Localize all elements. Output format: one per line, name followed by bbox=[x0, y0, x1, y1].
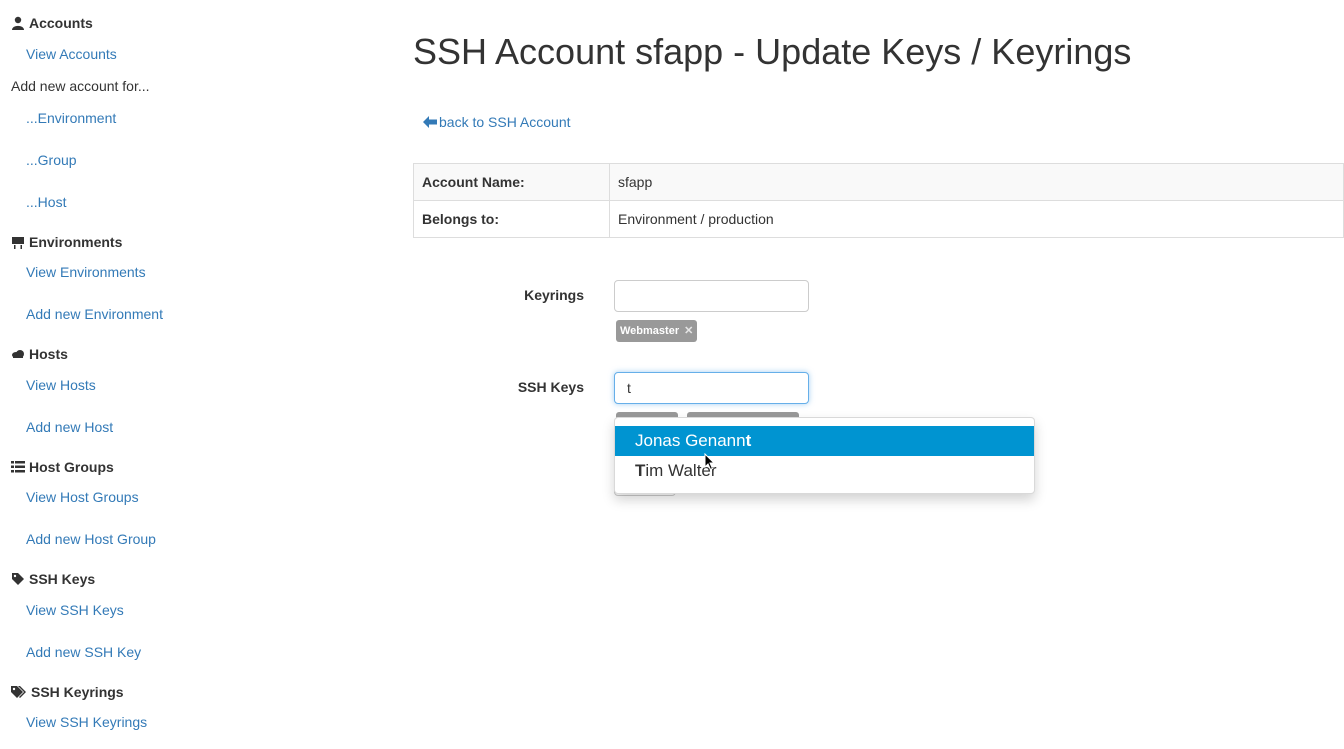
belongs-to-label: Belongs to: bbox=[413, 200, 610, 238]
environments-heading-label: Environments bbox=[29, 234, 123, 250]
sidebar-item-add-account-host[interactable]: ...Host bbox=[26, 194, 66, 210]
sidebar-item-add-account-environment[interactable]: ...Environment bbox=[26, 110, 116, 126]
autocomplete-dropdown: Jonas Genannt Tim Walter bbox=[614, 417, 1035, 494]
sidebar-item-add-account-group[interactable]: ...Group bbox=[26, 152, 77, 168]
sidebar-item-add-environment[interactable]: Add new Environment bbox=[26, 306, 163, 322]
sidebar-item-add-ssh-key[interactable]: Add new SSH Key bbox=[26, 644, 141, 660]
accounts-heading-label: Accounts bbox=[29, 15, 93, 31]
environments-heading: Environments bbox=[11, 234, 122, 250]
sidebar-item-view-ssh-keyrings[interactable]: View SSH Keyrings bbox=[26, 714, 147, 730]
sidebar-item-view-host-groups[interactable]: View Host Groups bbox=[26, 489, 139, 505]
add-account-for-label: Add new account for... bbox=[11, 78, 150, 94]
tag-label: Webmaster bbox=[620, 325, 680, 337]
table-row: Belongs to: Environment / production bbox=[413, 200, 1344, 238]
hosts-heading-label: Hosts bbox=[29, 346, 68, 362]
ssh-keyrings-heading-label: SSH Keyrings bbox=[31, 684, 124, 700]
ssh-keyrings-heading: SSH Keyrings bbox=[11, 684, 124, 700]
page-title: SSH Account sfapp - Update Keys / Keyrin… bbox=[413, 31, 1132, 72]
suggestion-match: t bbox=[745, 431, 752, 450]
sidebar-item-view-accounts[interactable]: View Accounts bbox=[26, 46, 117, 62]
back-link-label: back to SSH Account bbox=[439, 114, 571, 130]
cloud-icon bbox=[12, 350, 24, 358]
suggestion-match: T bbox=[635, 461, 646, 480]
suggestion-jonas-genannt[interactable]: Jonas Genannt bbox=[615, 426, 1034, 456]
ssh-keys-input[interactable] bbox=[614, 372, 809, 404]
account-info-table: Account Name: sfapp Belongs to: Environm… bbox=[413, 163, 1344, 238]
remove-tag-icon[interactable]: ✕ bbox=[684, 325, 693, 337]
account-name-label: Account Name: bbox=[413, 163, 610, 201]
keyrings-input[interactable] bbox=[614, 280, 809, 312]
tags-icon bbox=[11, 686, 26, 698]
mouse-cursor-icon bbox=[704, 453, 716, 471]
suggestion-text: Jonas Genann bbox=[635, 431, 746, 450]
hosts-heading: Hosts bbox=[11, 346, 68, 362]
blackboard-icon bbox=[12, 237, 24, 249]
host-groups-heading-label: Host Groups bbox=[29, 459, 114, 475]
account-name-value: sfapp bbox=[609, 163, 1344, 201]
table-row: Account Name: sfapp bbox=[413, 163, 1344, 201]
keyring-tag-webmaster: Webmaster ✕ bbox=[616, 320, 698, 342]
arrow-left-icon bbox=[423, 116, 437, 128]
accounts-heading: Accounts bbox=[11, 15, 93, 31]
list-icon bbox=[11, 461, 25, 473]
sidebar-item-view-ssh-keys[interactable]: View SSH Keys bbox=[26, 602, 124, 618]
sidebar: Accounts View Accounts Add new account f… bbox=[0, 0, 300, 749]
user-icon bbox=[12, 16, 24, 30]
ssh-keys-heading-label: SSH Keys bbox=[29, 571, 96, 587]
sidebar-item-view-hosts[interactable]: View Hosts bbox=[26, 377, 96, 393]
sidebar-item-add-host-group[interactable]: Add new Host Group bbox=[26, 531, 156, 547]
keyrings-label: Keyrings bbox=[524, 287, 584, 303]
belongs-to-value: Environment / production bbox=[609, 200, 1344, 238]
suggestion-tim-walter[interactable]: Tim Walter bbox=[615, 456, 1034, 486]
tag-icon bbox=[12, 573, 24, 585]
sidebar-item-view-environments[interactable]: View Environments bbox=[26, 264, 146, 280]
ssh-keys-label: SSH Keys bbox=[517, 379, 584, 395]
sidebar-item-add-host[interactable]: Add new Host bbox=[26, 419, 113, 435]
host-groups-heading: Host Groups bbox=[11, 459, 114, 475]
back-to-account-link[interactable]: back to SSH Account bbox=[423, 114, 571, 130]
ssh-keys-heading: SSH Keys bbox=[11, 571, 95, 587]
